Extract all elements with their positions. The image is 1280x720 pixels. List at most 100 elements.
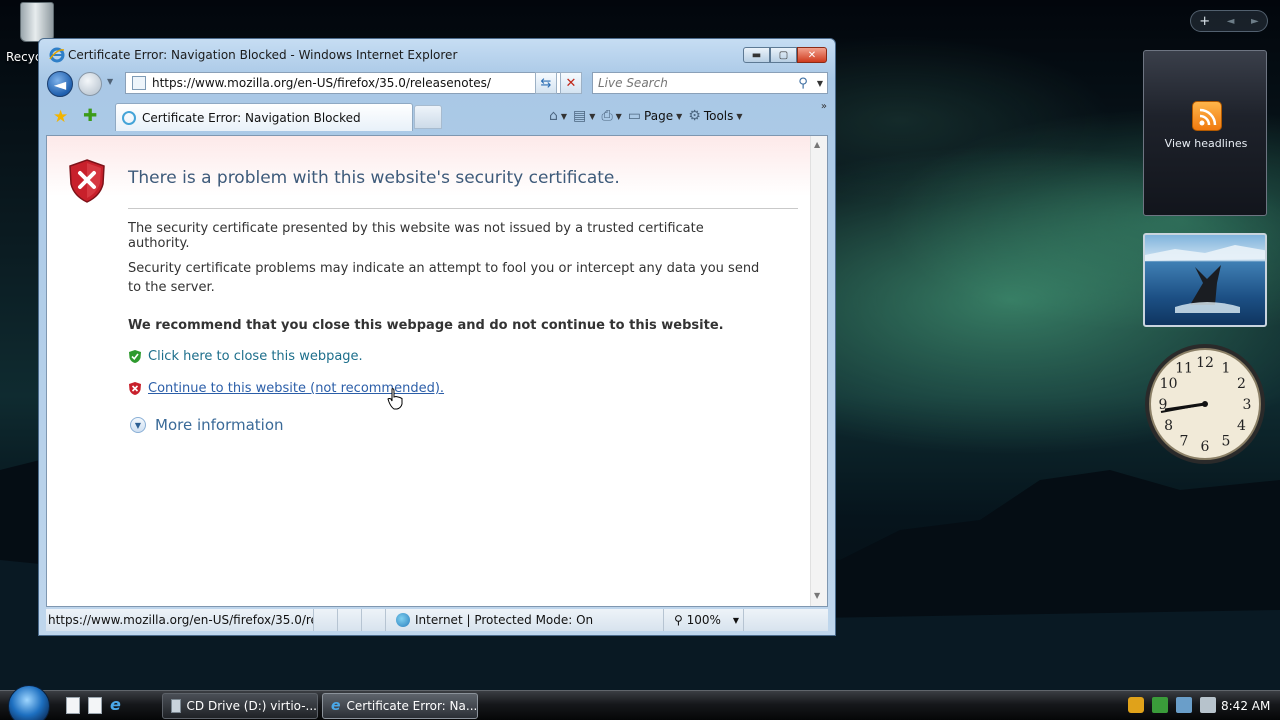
add-gadget-button[interactable]: + — [1199, 14, 1210, 29]
search-input[interactable] — [598, 76, 793, 90]
clock-numeral: 12 — [1196, 355, 1214, 371]
scroll-up-icon[interactable]: ▲ — [814, 140, 820, 149]
green-shield-icon — [129, 350, 141, 363]
recommendation-text: We recommend that you close this webpage… — [128, 318, 724, 333]
volume-muted-icon[interactable] — [1200, 697, 1216, 713]
clock-gadget[interactable]: 12 1 2 3 4 5 6 7 8 9 10 11 — [1143, 342, 1267, 466]
stop-button[interactable]: ✕ — [560, 72, 582, 94]
taskbar: e CD Drive (D:) virtio-... e Certificate… — [0, 685, 1280, 720]
feeds-icon: ▤ — [573, 108, 587, 124]
add-favorites-icon[interactable]: ✚ — [83, 106, 97, 126]
clock-numeral: 1 — [1222, 361, 1231, 377]
chevron-more-icon[interactable]: » — [821, 101, 827, 112]
refresh-button[interactable]: ⇆ — [535, 72, 557, 94]
page-content: There is a problem with this website's s… — [46, 135, 828, 607]
rss-icon — [1192, 101, 1222, 131]
more-information-label: More information — [155, 416, 284, 434]
home-button[interactable]: ⌂ ▼ — [549, 108, 567, 124]
print-button[interactable]: ⎙ ▼ — [601, 108, 621, 124]
close-window-button[interactable]: ✕ — [797, 47, 827, 63]
navigation-bar: ◄ ▼ https://www.mozilla.org/en-US/firefo… — [39, 69, 835, 101]
tab-certificate-error[interactable]: Certificate Error: Navigation Blocked — [115, 103, 413, 131]
printer-icon: ⎙ — [601, 108, 613, 124]
zoom-level: 100% — [686, 613, 721, 627]
hand-cursor-icon — [387, 388, 403, 410]
slideshow-gadget[interactable] — [1143, 233, 1267, 327]
system-clock[interactable]: 8:42 AM — [1221, 699, 1270, 713]
maximize-button[interactable]: ▢ — [770, 47, 797, 63]
scroll-down-icon[interactable]: ▼ — [814, 591, 820, 600]
network-icon[interactable] — [1176, 697, 1192, 713]
sidebar-controls: + ◄ ► — [1190, 10, 1268, 32]
taskbar-cd-drive[interactable]: CD Drive (D:) virtio-... — [162, 693, 318, 719]
clock-numeral: 7 — [1180, 433, 1189, 449]
address-url[interactable]: https://www.mozilla.org/en-US/firefox/35… — [152, 76, 557, 90]
page-icon: ▭ — [627, 108, 642, 124]
expand-chevron-icon: ▼ — [130, 417, 146, 433]
windows-update-icon[interactable] — [1152, 697, 1168, 713]
ie-taskbar-icon: e — [331, 698, 341, 714]
zoom-control[interactable]: ⚲ 100% ▼ — [664, 609, 744, 631]
page-menu-label: Page — [644, 109, 674, 123]
home-icon: ⌂ — [549, 108, 558, 124]
vertical-scrollbar[interactable]: ▲ ▼ — [810, 136, 827, 606]
clock-numeral: 5 — [1222, 433, 1231, 449]
view-headlines-label: View headlines — [1164, 137, 1248, 150]
zoom-magnifier-icon: ⚲ — [674, 613, 687, 627]
quick-launch: e — [66, 695, 121, 714]
gear-icon: ⚙ — [688, 108, 701, 124]
window-title: Certificate Error: Navigation Blocked - … — [68, 48, 458, 62]
start-button[interactable] — [8, 685, 50, 720]
switch-windows-icon[interactable] — [88, 697, 102, 714]
clock-numeral: 11 — [1175, 361, 1193, 377]
cd-drive-icon — [171, 699, 181, 713]
more-information-toggle[interactable]: ▼ More information — [130, 416, 284, 434]
error-heading: There is a problem with this website's s… — [128, 168, 620, 188]
live-search-box[interactable]: ⚲ ▼ — [592, 72, 828, 94]
error-explanation: Security certificate problems may indica… — [128, 261, 760, 295]
status-bar: https://www.mozilla.org/en-US/firefox/35… — [46, 609, 828, 631]
window-titlebar[interactable]: Certificate Error: Navigation Blocked - … — [39, 39, 835, 69]
error-shield-icon — [69, 159, 105, 203]
clock-face: 12 1234567891011 — [1145, 344, 1265, 464]
next-page-button[interactable]: ► — [1251, 16, 1259, 27]
status-progress — [314, 609, 338, 631]
security-zone[interactable]: Internet | Protected Mode: On — [386, 609, 664, 631]
address-bar[interactable]: https://www.mozilla.org/en-US/firefox/35… — [125, 72, 574, 94]
heading-divider — [128, 208, 798, 209]
status-security — [338, 609, 362, 631]
close-webpage-link[interactable]: Click here to close this webpage. — [148, 349, 363, 364]
tools-menu-button[interactable]: ⚙ Tools ▼ — [688, 108, 742, 124]
globe-icon — [396, 613, 410, 627]
feed-headlines-gadget[interactable]: View headlines — [1143, 50, 1267, 216]
security-zone-label: Internet | Protected Mode: On — [415, 613, 594, 627]
new-tab-button[interactable] — [414, 105, 442, 129]
ie-quicklaunch-icon[interactable]: e — [110, 695, 121, 714]
page-menu-button[interactable]: ▭ Page ▼ — [628, 108, 682, 124]
forward-button[interactable] — [78, 72, 102, 96]
show-desktop-icon[interactable] — [66, 697, 80, 714]
security-center-icon[interactable] — [1128, 697, 1144, 713]
search-options-dropdown-icon[interactable]: ▼ — [813, 79, 827, 88]
search-icon[interactable]: ⚲ — [793, 76, 813, 91]
red-shield-icon — [129, 382, 141, 395]
favorites-star-icon[interactable]: ★ — [53, 107, 68, 127]
minimize-button[interactable]: ▬ — [743, 47, 770, 63]
clock-numeral: 8 — [1164, 418, 1173, 434]
taskbar-certificate-error-label: Certificate Error: Na... — [346, 699, 478, 713]
recycle-bin-icon — [20, 2, 54, 42]
tab-loading-icon — [122, 110, 136, 125]
clock-numeral: 3 — [1243, 397, 1252, 413]
internet-explorer-window: Certificate Error: Navigation Blocked - … — [38, 38, 836, 636]
zoom-dropdown-icon[interactable]: ▼ — [733, 616, 739, 625]
previous-page-button[interactable]: ◄ — [1227, 16, 1235, 27]
feeds-button[interactable]: ▤ ▼ — [573, 108, 595, 124]
back-button[interactable]: ◄ — [47, 71, 73, 97]
whale-tail-photo — [1145, 245, 1265, 313]
history-dropdown-icon[interactable]: ▼ — [107, 77, 113, 86]
taskbar-certificate-error[interactable]: e Certificate Error: Na... — [322, 693, 478, 719]
clock-numeral: 2 — [1237, 376, 1246, 392]
ie-logo-icon — [49, 47, 65, 63]
page-icon — [132, 76, 146, 90]
tools-menu-label: Tools — [703, 109, 734, 123]
